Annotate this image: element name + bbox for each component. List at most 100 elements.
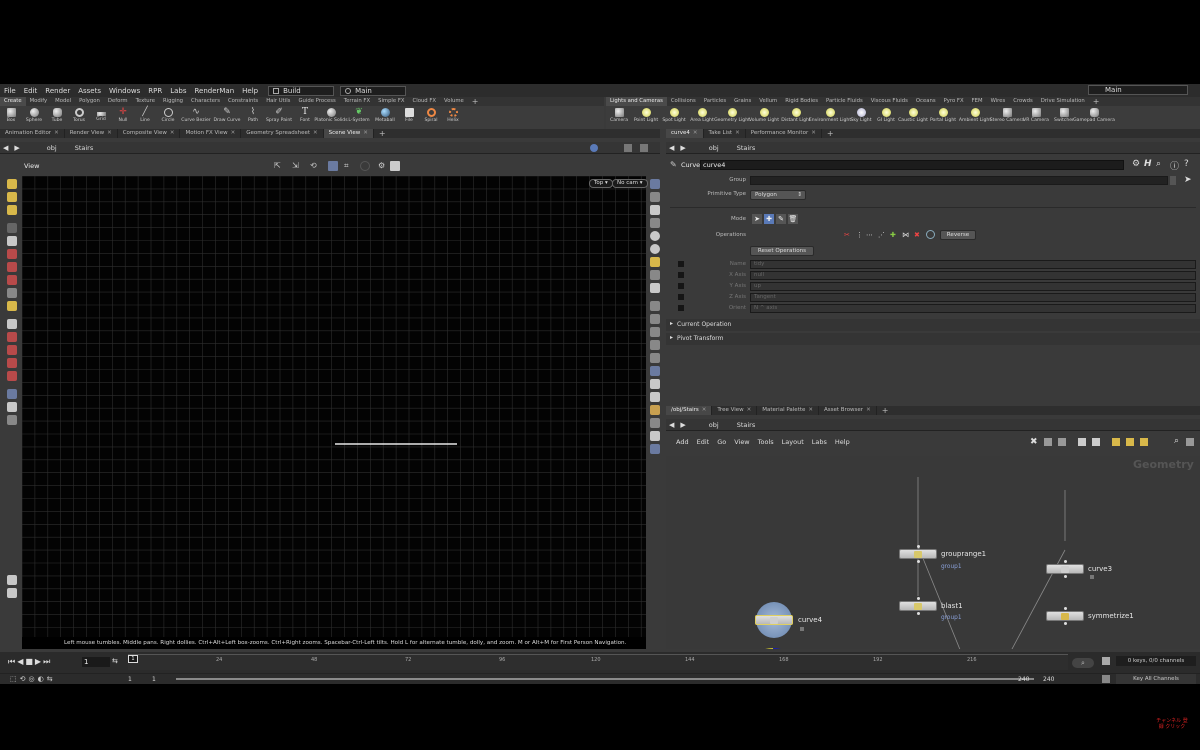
shelf-tab-guide-process[interactable]: Guide Process [294, 97, 339, 106]
mode-edit-icon[interactable]: ✚ [764, 214, 774, 224]
tool-path[interactable]: ⌇ Path [242, 106, 264, 129]
tool-helix[interactable]: Helix [442, 106, 464, 129]
shelf-tab-terrain-fx[interactable]: Terrain FX [340, 97, 374, 106]
pose-icon[interactable] [7, 288, 17, 298]
frame-field[interactable]: 1 [82, 657, 110, 667]
tool-tube[interactable]: Tube [46, 106, 68, 129]
prim-number-icon[interactable] [650, 353, 660, 363]
network-menu-go[interactable]: Go [713, 438, 730, 446]
reset-operations-button[interactable]: Reset Operations [750, 246, 814, 256]
measure-icon[interactable] [650, 418, 660, 428]
tool-sphere[interactable]: Sphere [22, 106, 46, 129]
name-field[interactable]: tidy [750, 260, 1196, 269]
normal-display-icon[interactable] [650, 314, 660, 324]
network-menu-help[interactable]: Help [831, 438, 854, 446]
key-all-channels-button[interactable]: Key All Channels [1116, 674, 1196, 684]
wireframe-icon[interactable] [650, 244, 660, 254]
close-icon[interactable]: ✕ [54, 130, 59, 136]
flipbook-icon[interactable] [7, 415, 17, 425]
sculpt-icon[interactable] [7, 358, 17, 368]
z-axis-field[interactable]: Tangent [750, 293, 1196, 302]
note-icon[interactable] [1092, 438, 1100, 446]
op-split-icon[interactable]: ⋮ [856, 231, 863, 239]
tool-box[interactable]: Box [0, 106, 22, 129]
shelf-tab-vellum[interactable]: Vellum [755, 97, 781, 106]
rotate-tool-icon[interactable]: ⟲ [310, 161, 320, 171]
pane-menu-icon[interactable] [640, 144, 648, 152]
info-icon[interactable]: ⓘ [1170, 159, 1179, 172]
network-editor[interactable]: Geometry grouprange1 group1 blast1 group… [666, 456, 1200, 649]
point-number-icon[interactable] [650, 327, 660, 337]
shelf-tab-rigging[interactable]: Rigging [159, 97, 187, 106]
magnet-tool-icon[interactable] [7, 345, 17, 355]
tool-geometry-light[interactable]: Geometry Light [714, 106, 750, 129]
select-tool-icon[interactable]: ⇱ [274, 161, 284, 171]
tool-vr-camera[interactable]: VR Camera [1022, 106, 1050, 129]
shelf-tab-model[interactable]: Model [51, 97, 75, 106]
add-shelf-tab-icon[interactable]: + [1089, 97, 1104, 106]
scale-handle-icon[interactable] [7, 275, 17, 285]
help-icon[interactable] [650, 444, 660, 454]
tab-render-view[interactable]: Render View ✕ [65, 129, 118, 138]
shelf-tab-deform[interactable]: Deform [104, 97, 132, 106]
close-icon[interactable]: ✕ [735, 130, 740, 136]
audio-controls[interactable]: ⬚⟲◎◐⇆ [10, 675, 56, 683]
input-connector[interactable] [1064, 560, 1067, 563]
shelf-tab-modify[interactable]: Modify [26, 97, 52, 106]
add-tab-icon[interactable]: + [877, 406, 894, 415]
forward-arrow-icon[interactable]: ▶ [11, 144, 22, 152]
tool-grid[interactable]: Grid [90, 106, 112, 129]
shelf-tab-drive-simulation[interactable]: Drive Simulation [1037, 97, 1089, 106]
shelf-tab-lights-cameras[interactable]: Lights and Cameras [606, 97, 667, 106]
tool-spray-paint[interactable]: ✐ Spray Paint [264, 106, 294, 129]
pane-layout-icon[interactable] [624, 144, 632, 152]
node-name-field[interactable]: curve4 [700, 160, 1124, 170]
tool-torus[interactable]: Torus [68, 106, 90, 129]
tab-material-palette[interactable]: Material Palette ✕ [757, 406, 819, 415]
key-all-icon[interactable] [1102, 675, 1110, 683]
forward-arrow-icon[interactable]: ▶ [677, 421, 688, 429]
tab-animation-editor[interactable]: Animation Editor ✕ [0, 129, 65, 138]
group-field[interactable] [750, 176, 1168, 185]
network-menu-labs[interactable]: Labs [808, 438, 831, 446]
right-workspace-selector[interactable]: Main [1088, 85, 1188, 95]
shelf-tab-constraints[interactable]: Constraints [224, 97, 262, 106]
section-pivot-transform[interactable]: ▸ Pivot Transform [666, 333, 1200, 345]
output-connector[interactable] [917, 612, 920, 615]
lasso-icon[interactable] [7, 371, 17, 381]
menu-windows[interactable]: Windows [105, 87, 144, 95]
playback-controls[interactable]: ⏮◀■▶⏭ [8, 657, 52, 667]
op-cut-icon[interactable]: ✂ [844, 231, 850, 239]
add-tab-icon[interactable]: + [374, 129, 391, 138]
tab-geometry-spreadsheet[interactable]: Geometry Spreadsheet ✕ [241, 129, 324, 138]
point-display-icon[interactable] [650, 301, 660, 311]
lock-camera-icon[interactable] [650, 205, 660, 215]
settings-icon[interactable] [7, 575, 17, 585]
network-options-icon[interactable] [1186, 438, 1194, 446]
step-icon[interactable]: ⇆ [112, 657, 118, 665]
shelf-tab-wires[interactable]: Wires [987, 97, 1010, 106]
pin-icon[interactable] [590, 144, 598, 152]
menu-render[interactable]: Render [41, 87, 74, 95]
tool-portal-light[interactable]: Portal Light [928, 106, 958, 129]
network-menu-add[interactable]: Add [672, 438, 693, 446]
network-box-icon[interactable] [1126, 438, 1134, 446]
tool-metaball[interactable]: Metaball [372, 106, 398, 129]
breadcrumb-obj[interactable]: obj [705, 421, 723, 429]
close-icon[interactable]: ✕ [231, 130, 236, 136]
desktop-selector[interactable]: Build [268, 85, 335, 96]
breadcrumb-stairs[interactable]: Stairs [733, 144, 760, 152]
breadcrumb-stairs[interactable]: Stairs [71, 144, 98, 152]
tool-gi-light[interactable]: GI Light [874, 106, 898, 129]
output-connector[interactable] [1064, 575, 1067, 578]
input-connector[interactable] [917, 545, 920, 548]
light-icon[interactable] [650, 257, 660, 267]
dots-icon[interactable] [1140, 438, 1148, 446]
mode-delete-icon[interactable]: 🗑 [788, 214, 798, 224]
pointer-icon[interactable] [7, 223, 17, 233]
output-connector[interactable] [1064, 622, 1067, 625]
end-frame-2[interactable]: 240 [1043, 676, 1054, 683]
camera-dropdown[interactable]: No cam ▾ [612, 179, 648, 188]
tab-performance-monitor[interactable]: Performance Monitor ✕ [746, 129, 822, 138]
reverse-button[interactable]: Reverse [940, 230, 976, 240]
